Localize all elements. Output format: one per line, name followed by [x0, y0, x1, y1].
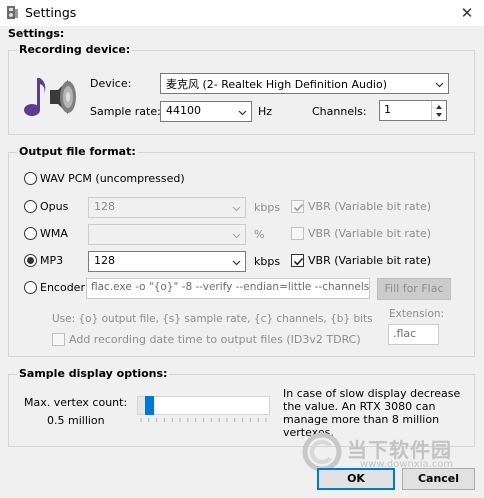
mp3-bitrate-select[interactable]: 128 [88, 251, 246, 272]
opus-vbr-checkbox[interactable] [291, 200, 304, 213]
wav-radio[interactable] [24, 172, 37, 185]
mp3-vbr-label: VBR (Variable bit rate) [308, 254, 432, 267]
opus-bitrate-value: 128 [94, 200, 115, 213]
recording-device-label: Recording device: [17, 43, 133, 56]
slider-thumb[interactable] [145, 396, 154, 415]
check-icon [293, 203, 304, 212]
spin-up-icon[interactable] [432, 101, 446, 110]
app-icon [6, 5, 20, 21]
spin-down-icon[interactable] [432, 110, 446, 119]
encoder-radio[interactable] [24, 281, 37, 294]
wma-unit: % [254, 228, 265, 241]
chevron-down-icon [238, 110, 247, 116]
watermark-logo [302, 432, 342, 472]
vertex-slider[interactable] [137, 396, 270, 415]
mp3-radio[interactable] [24, 254, 37, 267]
chevron-down-icon [232, 260, 241, 266]
window-title: Settings [25, 5, 77, 20]
extension-label: Extension: [389, 308, 445, 320]
output-format-label: Output file format: [17, 145, 138, 158]
chevron-down-icon [435, 82, 444, 88]
slider-ticks [140, 418, 267, 422]
encoder-usage-hint: Use: {o} output file, {s} sample rate, {… [52, 313, 373, 325]
device-label: Device: [90, 77, 132, 90]
encoder-command-value: flac.exe -o "{o}" -8 --verify --endian=l… [91, 281, 370, 293]
sample-rate-select[interactable]: 44100 [160, 101, 252, 122]
mp3-unit: kbps [254, 255, 281, 268]
wma-label[interactable]: WMA [40, 227, 68, 240]
ok-button[interactable]: OK [317, 468, 395, 490]
channels-value: 1 [384, 103, 391, 116]
mp3-vbr-checkbox[interactable] [291, 254, 304, 267]
chevron-down-icon [232, 233, 241, 239]
channels-spinner[interactable] [431, 101, 446, 120]
sample-rate-value: 44100 [166, 104, 201, 117]
channels-label: Channels: [312, 105, 367, 118]
settings-heading: Settings: [8, 27, 65, 40]
mp3-label[interactable]: MP3 [40, 254, 63, 267]
opus-bitrate-select[interactable]: 128 [88, 197, 246, 218]
close-icon[interactable]: ✕ [455, 2, 479, 24]
opus-label[interactable]: Opus [40, 200, 68, 213]
sample-rate-label: Sample rate: [90, 105, 161, 118]
add-date-label: Add recording date time to output files … [69, 333, 361, 346]
device-value: 麦克风 (2- Realtek High Definition Audio) [166, 78, 388, 91]
slider-fill [138, 397, 145, 414]
max-vertex-label: Max. vertex count: [24, 396, 128, 409]
opus-radio[interactable] [24, 200, 37, 213]
mp3-bitrate-value: 128 [94, 254, 115, 267]
opus-vbr-label: VBR (Variable bit rate) [308, 200, 432, 213]
wma-vbr-label: VBR (Variable bit rate) [308, 227, 432, 240]
sample-rate-unit: Hz [258, 105, 273, 118]
encoder-command-input[interactable]: flac.exe -o "{o}" -8 --verify --endian=l… [86, 278, 370, 299]
extension-value: .flac [393, 327, 417, 340]
device-select[interactable]: 麦克风 (2- Realtek High Definition Audio) [160, 73, 449, 94]
max-vertex-value: 0.5 million [47, 414, 105, 427]
add-date-checkbox[interactable] [52, 333, 65, 346]
check-icon [293, 257, 304, 266]
speaker-note-icon [22, 70, 78, 122]
wma-radio[interactable] [24, 227, 37, 240]
wma-quality-select[interactable] [88, 224, 246, 245]
channels-input[interactable]: 1 [379, 100, 447, 121]
extension-input[interactable]: .flac [388, 324, 439, 345]
chevron-down-icon [232, 206, 241, 212]
wav-label[interactable]: WAV PCM (uncompressed) [40, 172, 185, 185]
wma-vbr-checkbox[interactable] [291, 227, 304, 240]
sample-display-label: Sample display options: [17, 367, 170, 380]
encoder-label[interactable]: Encoder [40, 281, 85, 294]
fill-for-flac-button[interactable]: Fill for Flac [377, 278, 451, 300]
opus-unit: kbps [254, 201, 281, 214]
cancel-button[interactable]: Cancel [402, 468, 475, 490]
